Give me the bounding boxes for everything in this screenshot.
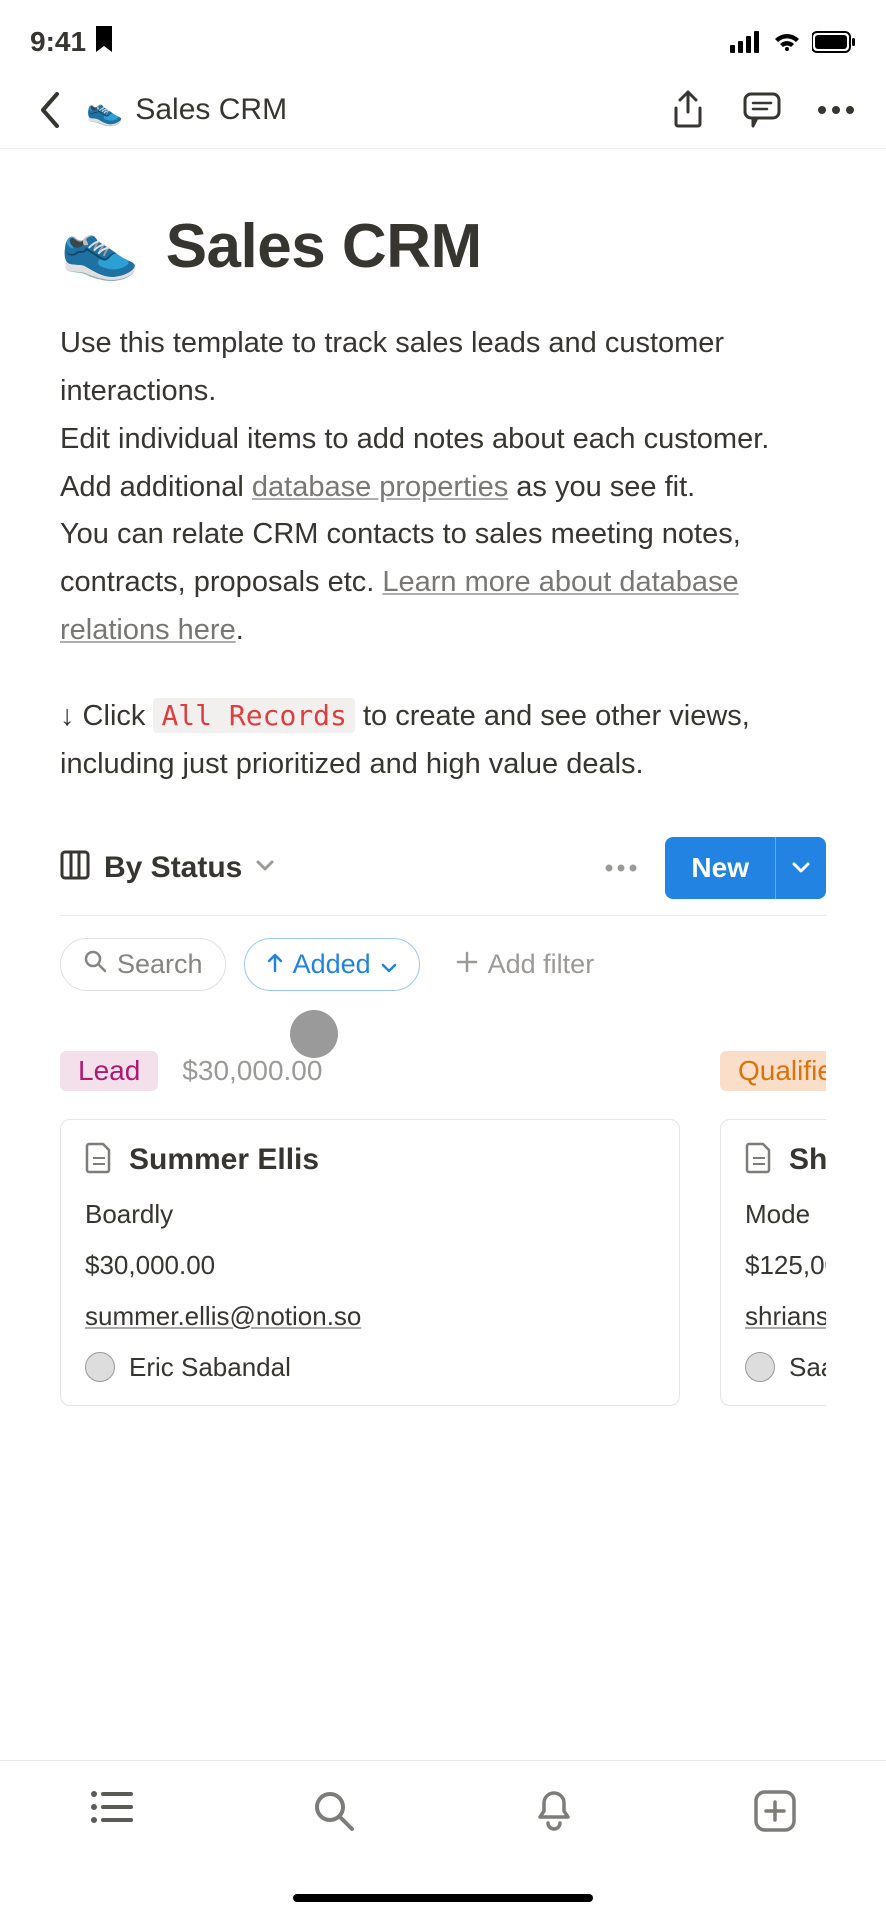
more-button[interactable]	[816, 90, 856, 130]
status-time: 9:41	[30, 26, 86, 58]
desc-line-1: Use this template to track sales leads a…	[60, 327, 724, 407]
tab-list-button[interactable]	[89, 1789, 133, 1830]
status-tag-lead: Lead	[60, 1051, 158, 1091]
page-icon	[745, 1142, 773, 1179]
card-person: Saatchi B	[745, 1352, 826, 1383]
page-title[interactable]: Sales CRM	[166, 211, 482, 282]
card-email: summer.ellis@notion.so	[85, 1301, 655, 1332]
card-amount: $125,000.00	[745, 1250, 826, 1281]
view-name: By Status	[104, 851, 242, 885]
card-person-name: Saatchi B	[789, 1352, 826, 1383]
add-filter-button[interactable]: Add filter	[438, 949, 595, 980]
home-indicator[interactable]	[293, 1894, 593, 1902]
sort-label: Added	[293, 949, 371, 980]
column-header[interactable]: Lead $30,000.00	[60, 1051, 680, 1091]
view-selector[interactable]: By Status	[60, 850, 274, 885]
board-view-icon	[60, 850, 90, 885]
page-content: 👟 Sales CRM Use this template to track s…	[0, 149, 886, 1406]
share-button[interactable]	[668, 90, 708, 130]
filter-row: Search Added Add filter	[60, 916, 826, 991]
column-sum: $30,000.00	[182, 1055, 322, 1087]
desc-line-2: Edit individual items to add notes about…	[60, 423, 769, 455]
card-title: Summer Ellis	[129, 1143, 319, 1177]
new-button-label: New	[665, 852, 775, 884]
avatar	[745, 1352, 775, 1382]
chevron-down-icon	[381, 949, 397, 980]
page-hint[interactable]: ↓ Click All Records to create and see ot…	[60, 693, 826, 789]
board[interactable]: Lead $30,000.00 Summer Ellis Boardly $30…	[60, 1051, 826, 1406]
chevron-down-icon	[256, 859, 274, 877]
view-options-button[interactable]	[601, 848, 641, 888]
card-company: Boardly	[85, 1199, 655, 1230]
page-icon: 👟	[86, 93, 123, 128]
search-pill[interactable]: Search	[60, 938, 226, 991]
view-bar: By Status New	[60, 837, 826, 916]
desc-line-3b: as you see fit.	[508, 471, 695, 503]
page-icon	[85, 1142, 113, 1179]
card-title: Shri Ar	[789, 1143, 826, 1177]
wifi-icon	[772, 31, 802, 53]
tab-search-button[interactable]	[312, 1789, 356, 1838]
new-button[interactable]: New	[665, 837, 826, 899]
comments-button[interactable]	[742, 90, 782, 130]
tab-create-button[interactable]	[753, 1789, 797, 1838]
add-filter-label: Add filter	[488, 949, 595, 980]
card-amount: $30,000.00	[85, 1250, 655, 1281]
bottom-tab-bar	[0, 1760, 886, 1920]
desc-line-3a: Add additional	[60, 471, 252, 503]
avatar	[85, 1352, 115, 1382]
nav-title: Sales CRM	[135, 93, 287, 127]
status-bar: 9:41	[0, 0, 886, 80]
battery-icon	[812, 31, 856, 53]
plus-icon	[456, 949, 478, 980]
board-card[interactable]: Summer Ellis Boardly $30,000.00 summer.e…	[60, 1119, 680, 1406]
board-column-qualified: Qualified Shri Ar Mode $125,000.00 shria…	[720, 1051, 826, 1406]
all-records-code: All Records	[153, 698, 354, 733]
desc-line-4b: .	[236, 614, 244, 646]
page-description[interactable]: Use this template to track sales leads a…	[60, 320, 826, 655]
bookmark-icon	[94, 26, 114, 59]
search-label: Search	[117, 949, 203, 980]
cellular-signal-icon	[730, 31, 762, 53]
board-column-lead: Lead $30,000.00 Summer Ellis Boardly $30…	[60, 1051, 680, 1406]
card-email: shriansari@no	[745, 1301, 826, 1332]
status-tag-qualified: Qualified	[720, 1051, 826, 1091]
database-properties-link[interactable]: database properties	[252, 471, 508, 503]
tab-notifications-button[interactable]	[534, 1789, 574, 1838]
nav-title-group[interactable]: 👟 Sales CRM	[86, 93, 287, 128]
hint-prefix: ↓ Click	[60, 700, 153, 732]
new-button-dropdown[interactable]	[775, 837, 826, 899]
card-company: Mode	[745, 1199, 826, 1230]
arrow-up-icon	[267, 949, 283, 980]
nav-header: 👟 Sales CRM	[0, 80, 886, 149]
card-person-name: Eric Sabandal	[129, 1352, 291, 1383]
card-person: Eric Sabandal	[85, 1352, 655, 1383]
column-header[interactable]: Qualified	[720, 1051, 826, 1091]
page-title-icon[interactable]: 👟	[60, 209, 140, 284]
back-button[interactable]	[30, 90, 70, 130]
board-card[interactable]: Shri Ar Mode $125,000.00 shriansari@no S…	[720, 1119, 826, 1406]
sort-pill[interactable]: Added	[244, 938, 420, 991]
touch-indicator	[290, 1010, 338, 1058]
search-icon	[83, 949, 107, 980]
